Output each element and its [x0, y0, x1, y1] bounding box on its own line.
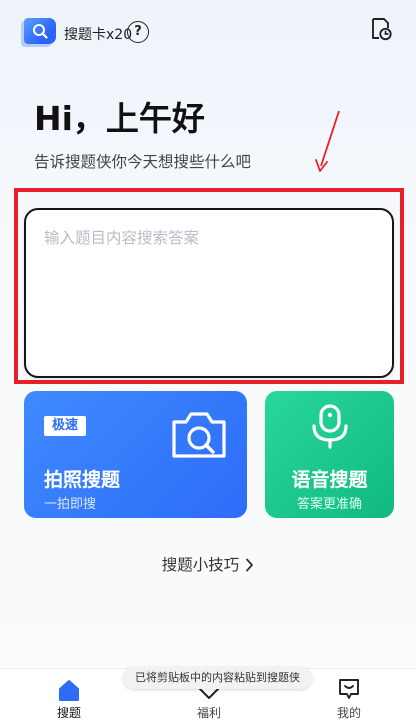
photo-search-title: 拍照搜题	[44, 469, 121, 491]
voice-search-title: 语音搜题	[291, 469, 368, 491]
nav-mine[interactable]: 我的	[309, 675, 389, 720]
voice-search-card[interactable]: 语音搜题 答案更准确	[265, 391, 394, 518]
greeting-title: Hi，上午好	[34, 99, 205, 138]
voice-search-subtitle: 答案更准确	[296, 497, 362, 512]
search-tips-label: 搜题小技巧	[161, 556, 240, 574]
top-bar: 搜题卡x20 ?	[24, 14, 398, 50]
photo-search-subtitle: 一拍即搜	[44, 497, 97, 512]
chevron-right-icon	[245, 558, 254, 576]
search-card-count[interactable]: 搜题卡x20	[64, 24, 132, 44]
camera-icon	[170, 408, 228, 464]
nav-search-label: 搜题	[56, 706, 81, 720]
search-tips-link[interactable]: 搜题小技巧	[0, 553, 416, 576]
microphone-icon	[310, 404, 350, 454]
nav-mine-label: 我的	[336, 706, 361, 720]
home-icon	[29, 675, 109, 701]
fast-badge: 极速	[44, 416, 86, 436]
help-icon[interactable]: ?	[127, 21, 149, 43]
history-icon[interactable]	[368, 16, 394, 46]
annotation-arrow-icon	[315, 110, 340, 172]
greeting-subtitle: 告诉搜题侠你今天想搜些什么吧	[34, 153, 252, 171]
clipboard-toast: 已将剪贴板中的内容粘贴到搜题侠	[123, 667, 312, 689]
app-logo-icon	[24, 18, 56, 44]
photo-search-card[interactable]: 极速 拍照搜题 一拍即搜	[24, 391, 247, 518]
search-box[interactable]	[24, 208, 394, 378]
search-input[interactable]	[26, 210, 392, 376]
nav-search[interactable]: 搜题	[29, 675, 109, 720]
profile-icon	[309, 675, 389, 701]
nav-welfare-label: 福利	[196, 706, 221, 720]
